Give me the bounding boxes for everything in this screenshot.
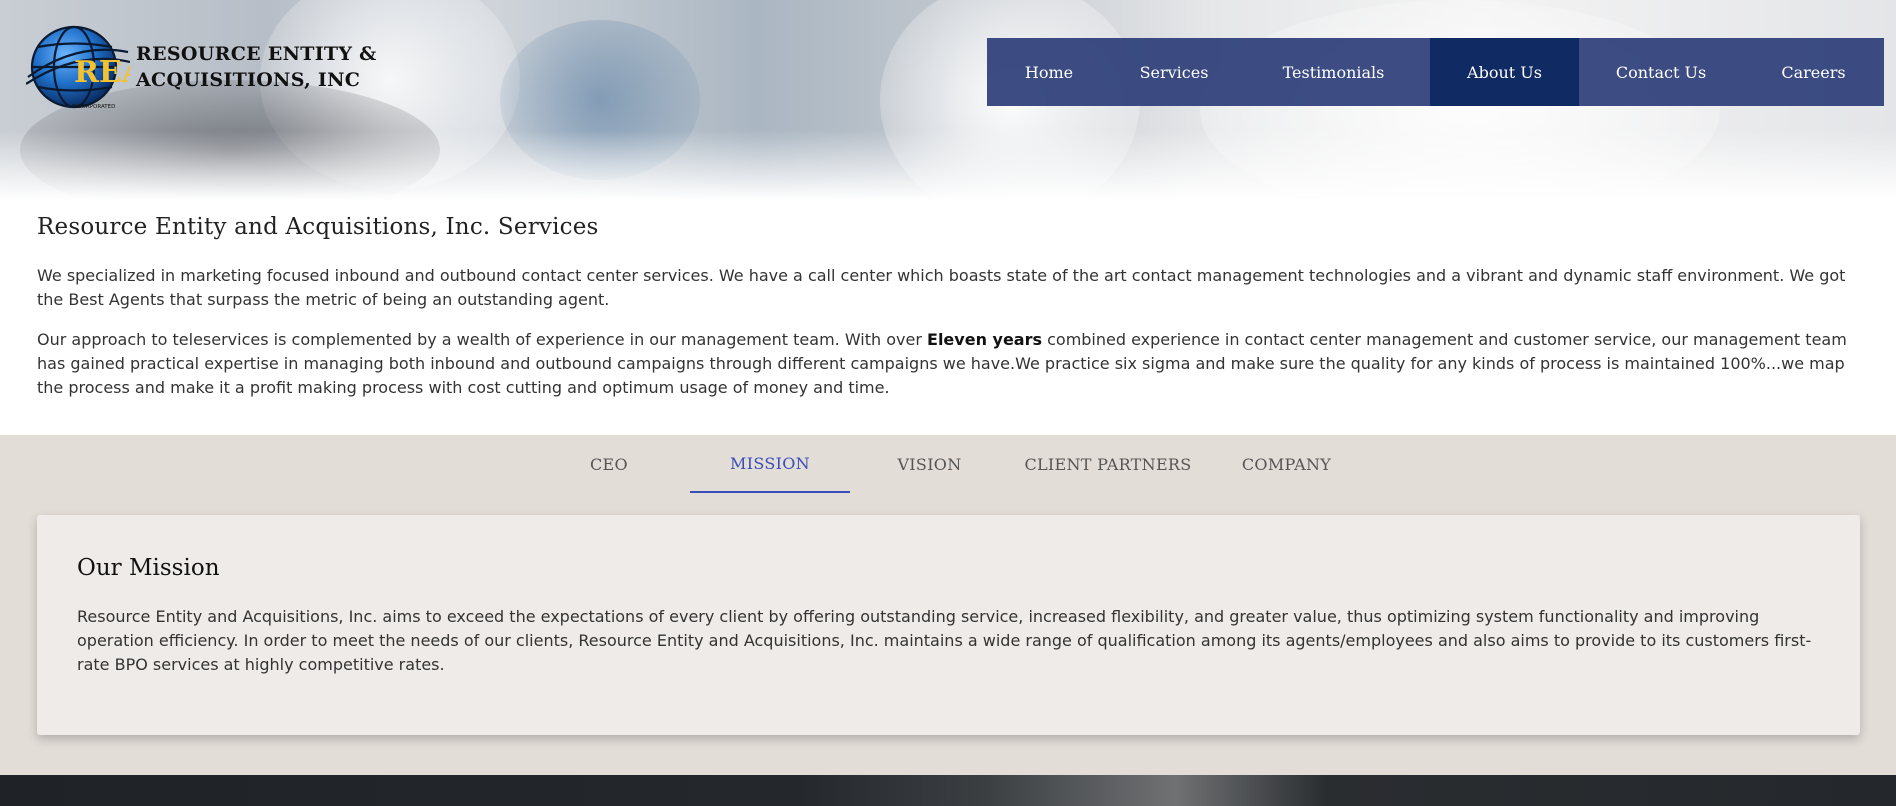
about-tabs-section: CEO MISSION VISION CLIENT PARTNERS COMPA… [0,435,1896,775]
nav-about-us[interactable]: About Us [1430,38,1579,106]
services-paragraph-2: Our approach to teleservices is compleme… [37,330,1847,397]
footer-banner [0,775,1896,806]
services-title: Resource Entity and Acquisitions, Inc. S… [37,214,599,240]
hero-fade [0,130,1896,200]
services-paragraph-1: We specialized in marketing focused inbo… [37,266,1846,309]
logo-wordmark: RESOURCE ENTITY & ACQUISITIONS, INC [136,41,377,93]
nav-careers[interactable]: Careers [1743,38,1884,106]
logo-line-1: RESOURCE ENTITY & [136,43,377,65]
site-logo[interactable]: REA INCORPORATED RESOURCE ENTITY & ACQUI… [25,22,377,112]
nav-home[interactable]: Home [987,38,1111,106]
tab-bar: CEO MISSION VISION CLIENT PARTNERS COMPA… [0,435,1896,493]
tab-client-partners[interactable]: CLIENT PARTNERS [1014,435,1202,493]
nav-testimonials[interactable]: Testimonials [1237,38,1430,106]
mission-title: Our Mission [77,555,220,581]
tab-company[interactable]: COMPANY [1228,435,1345,493]
logo-monogram: REA [74,55,130,90]
logo-line-2: ACQUISITIONS, INC [136,69,361,91]
nav-contact-us[interactable]: Contact Us [1579,38,1743,106]
tab-vision[interactable]: VISION [882,435,977,493]
tab-ceo[interactable]: CEO [570,435,648,493]
tab-mission[interactable]: MISSION [690,435,850,493]
globe-logo-icon: REA INCORPORATED [25,22,146,112]
main-nav: Home Services Testimonials About Us Cont… [987,38,1884,106]
experience-highlight: Eleven years [927,330,1043,349]
services-section: Resource Entity and Acquisitions, Inc. S… [37,214,1857,416]
mission-card: Our Mission Resource Entity and Acquisit… [37,515,1860,735]
mission-text: Resource Entity and Acquisitions, Inc. a… [77,607,1812,674]
nav-services[interactable]: Services [1111,38,1237,106]
svg-text:INCORPORATED: INCORPORATED [72,104,115,110]
